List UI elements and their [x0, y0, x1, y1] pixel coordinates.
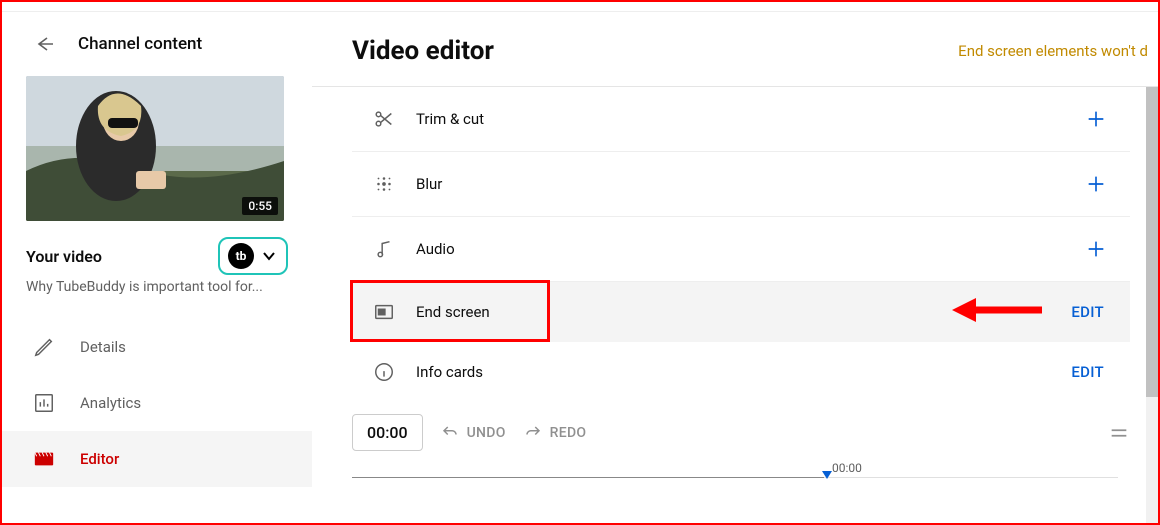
back-title: Channel content [78, 34, 202, 54]
back-arrow-icon[interactable] [32, 32, 56, 56]
warning-text: End screen elements won't d [958, 42, 1148, 60]
add-button[interactable] [1082, 170, 1110, 198]
add-button[interactable] [1082, 105, 1110, 133]
edit-button[interactable]: EDIT [1071, 363, 1104, 381]
scrollbar[interactable] [1146, 87, 1158, 523]
blur-icon [372, 172, 396, 196]
playhead-icon[interactable] [822, 471, 832, 479]
row-end-screen[interactable]: End screen EDIT [352, 282, 1130, 342]
timeline[interactable]: 00:00 15:00 [312, 461, 1158, 501]
timeline-track [352, 477, 1118, 478]
analytics-icon [32, 391, 56, 415]
undo-label: UNDO [467, 425, 506, 441]
drag-handle-icon[interactable] [1108, 422, 1130, 444]
tubebuddy-badge[interactable]: tb [218, 237, 288, 275]
redo-label: REDO [550, 425, 587, 441]
end-screen-icon [372, 300, 396, 324]
row-audio[interactable]: Audio [352, 217, 1130, 282]
sidebar-item-label: Details [80, 338, 126, 356]
page-title: Video editor [352, 36, 494, 66]
tubebuddy-icon: tb [228, 243, 254, 269]
sidebar-item-editor[interactable]: Editor [2, 431, 312, 487]
edit-button[interactable]: EDIT [1071, 303, 1104, 321]
info-icon [372, 360, 396, 384]
row-label: End screen [416, 303, 1051, 321]
row-label: Trim & cut [416, 110, 1062, 128]
sidebar-item-label: Editor [80, 450, 119, 468]
row-label: Blur [416, 175, 1062, 193]
sidebar-item-label: Analytics [80, 394, 141, 412]
sidebar-item-details[interactable]: Details [2, 319, 312, 375]
row-info-cards[interactable]: Info cards EDIT [352, 342, 1130, 402]
timeline-mark: 00:00 [832, 461, 862, 475]
chevron-down-icon [260, 247, 278, 265]
current-time[interactable]: 00:00 [352, 414, 423, 451]
row-trim-cut[interactable]: Trim & cut [352, 87, 1130, 152]
add-button[interactable] [1082, 235, 1110, 263]
your-video-label: Your video [26, 247, 102, 266]
row-label: Info cards [416, 363, 1051, 381]
video-title: Why TubeBuddy is important tool for... [2, 279, 312, 295]
row-blur[interactable]: Blur [352, 152, 1130, 217]
duration-badge: 0:55 [242, 197, 278, 215]
scissors-icon [372, 107, 396, 131]
editor-icon [32, 447, 56, 471]
video-thumbnail[interactable]: 0:55 [26, 76, 284, 221]
sidebar-item-analytics[interactable]: Analytics [2, 375, 312, 431]
undo-button[interactable]: UNDO [441, 424, 506, 442]
row-label: Audio [416, 240, 1062, 258]
pencil-icon [32, 335, 56, 359]
music-note-icon [372, 237, 396, 261]
redo-button[interactable]: REDO [524, 424, 587, 442]
